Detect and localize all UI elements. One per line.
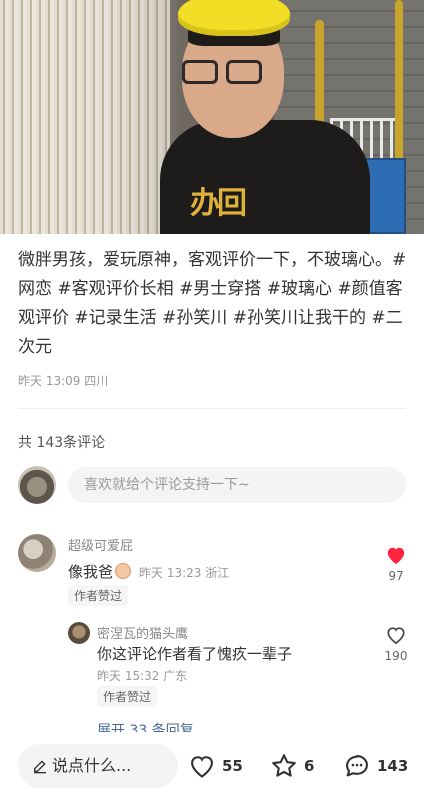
hashtag[interactable]: #玻璃心: [267, 279, 332, 299]
comment-input[interactable]: 喜欢就给个评论支持一下~: [68, 467, 406, 503]
hashtag[interactable]: #孙笑川让我干的: [233, 308, 366, 328]
comment-like-count: 97: [388, 569, 404, 583]
photo-shirt-print: 办回: [190, 186, 247, 221]
divider: [18, 408, 406, 409]
comment-text: 像我爸 昨天 13:23 浙江: [68, 561, 229, 582]
photo-glasses: [180, 60, 266, 86]
photo-pipe: [395, 0, 403, 170]
reply-text: 你这评论作者看了愧疚一辈子: [97, 645, 293, 663]
heart-icon: [387, 627, 405, 645]
bottom-action-bar: 说点什么... 55 6 143: [0, 732, 424, 800]
post-favorite-button[interactable]: 6: [270, 752, 314, 780]
laughing-emoji-icon: [115, 563, 132, 579]
comments-count: 共 143条评论: [18, 435, 106, 451]
pencil-icon: [34, 760, 46, 774]
current-user-avatar: [18, 466, 56, 504]
reply-like-button[interactable]: 190: [376, 625, 416, 663]
chat-bubble-icon: [346, 755, 368, 777]
comment-body: 像我爸: [68, 563, 114, 581]
heart-filled-icon: [387, 547, 405, 565]
author-liked-badge: 作者赞过: [68, 585, 129, 606]
hashtag[interactable]: #男士穿搭: [179, 279, 261, 299]
hashtag[interactable]: #客观评价长相: [57, 279, 173, 299]
post-timestamp-location: 昨天 13:09 四川: [18, 374, 109, 388]
photo-curtain: [0, 0, 170, 234]
comment-timestamp-location: 昨天 13:23 浙江: [139, 566, 230, 580]
hashtag[interactable]: #记录生活: [74, 308, 156, 328]
photo-yellow-hat: [178, 0, 290, 36]
reply-avatar[interactable]: [68, 622, 90, 644]
post-comment-button[interactable]: 143: [343, 752, 408, 780]
reply-timestamp-location: 昨天 15:32 广东: [97, 669, 188, 683]
post-favorite-count: 6: [304, 757, 315, 775]
post-photo[interactable]: 办回: [0, 0, 424, 234]
post-like-count: 55: [222, 757, 243, 775]
post-caption: 微胖男孩，爱玩原神，客观评价一下，不玻璃心。#网恋 #客观评价长相 #男士穿搭 …: [18, 246, 408, 362]
comment-like-button[interactable]: 97: [376, 545, 416, 583]
commenter-username[interactable]: 超级可爱屁: [68, 535, 133, 554]
commenter-avatar[interactable]: [18, 534, 56, 572]
author-liked-badge: 作者赞过: [97, 686, 158, 707]
say-something-placeholder: 说点什么...: [52, 756, 132, 775]
star-icon: [272, 754, 296, 777]
heart-icon: [191, 756, 213, 778]
reply-username[interactable]: 密涅瓦的猫头鹰: [97, 623, 188, 642]
post-comment-count: 143: [377, 757, 409, 775]
say-something-input[interactable]: 说点什么...: [18, 744, 178, 788]
post-like-button[interactable]: 55: [188, 752, 243, 780]
caption-text: 微胖男孩，爱玩原神，客观评价一下，不玻璃心。: [18, 250, 392, 270]
reply-like-count: 190: [384, 649, 408, 663]
hashtag[interactable]: #孙笑川: [162, 308, 227, 328]
